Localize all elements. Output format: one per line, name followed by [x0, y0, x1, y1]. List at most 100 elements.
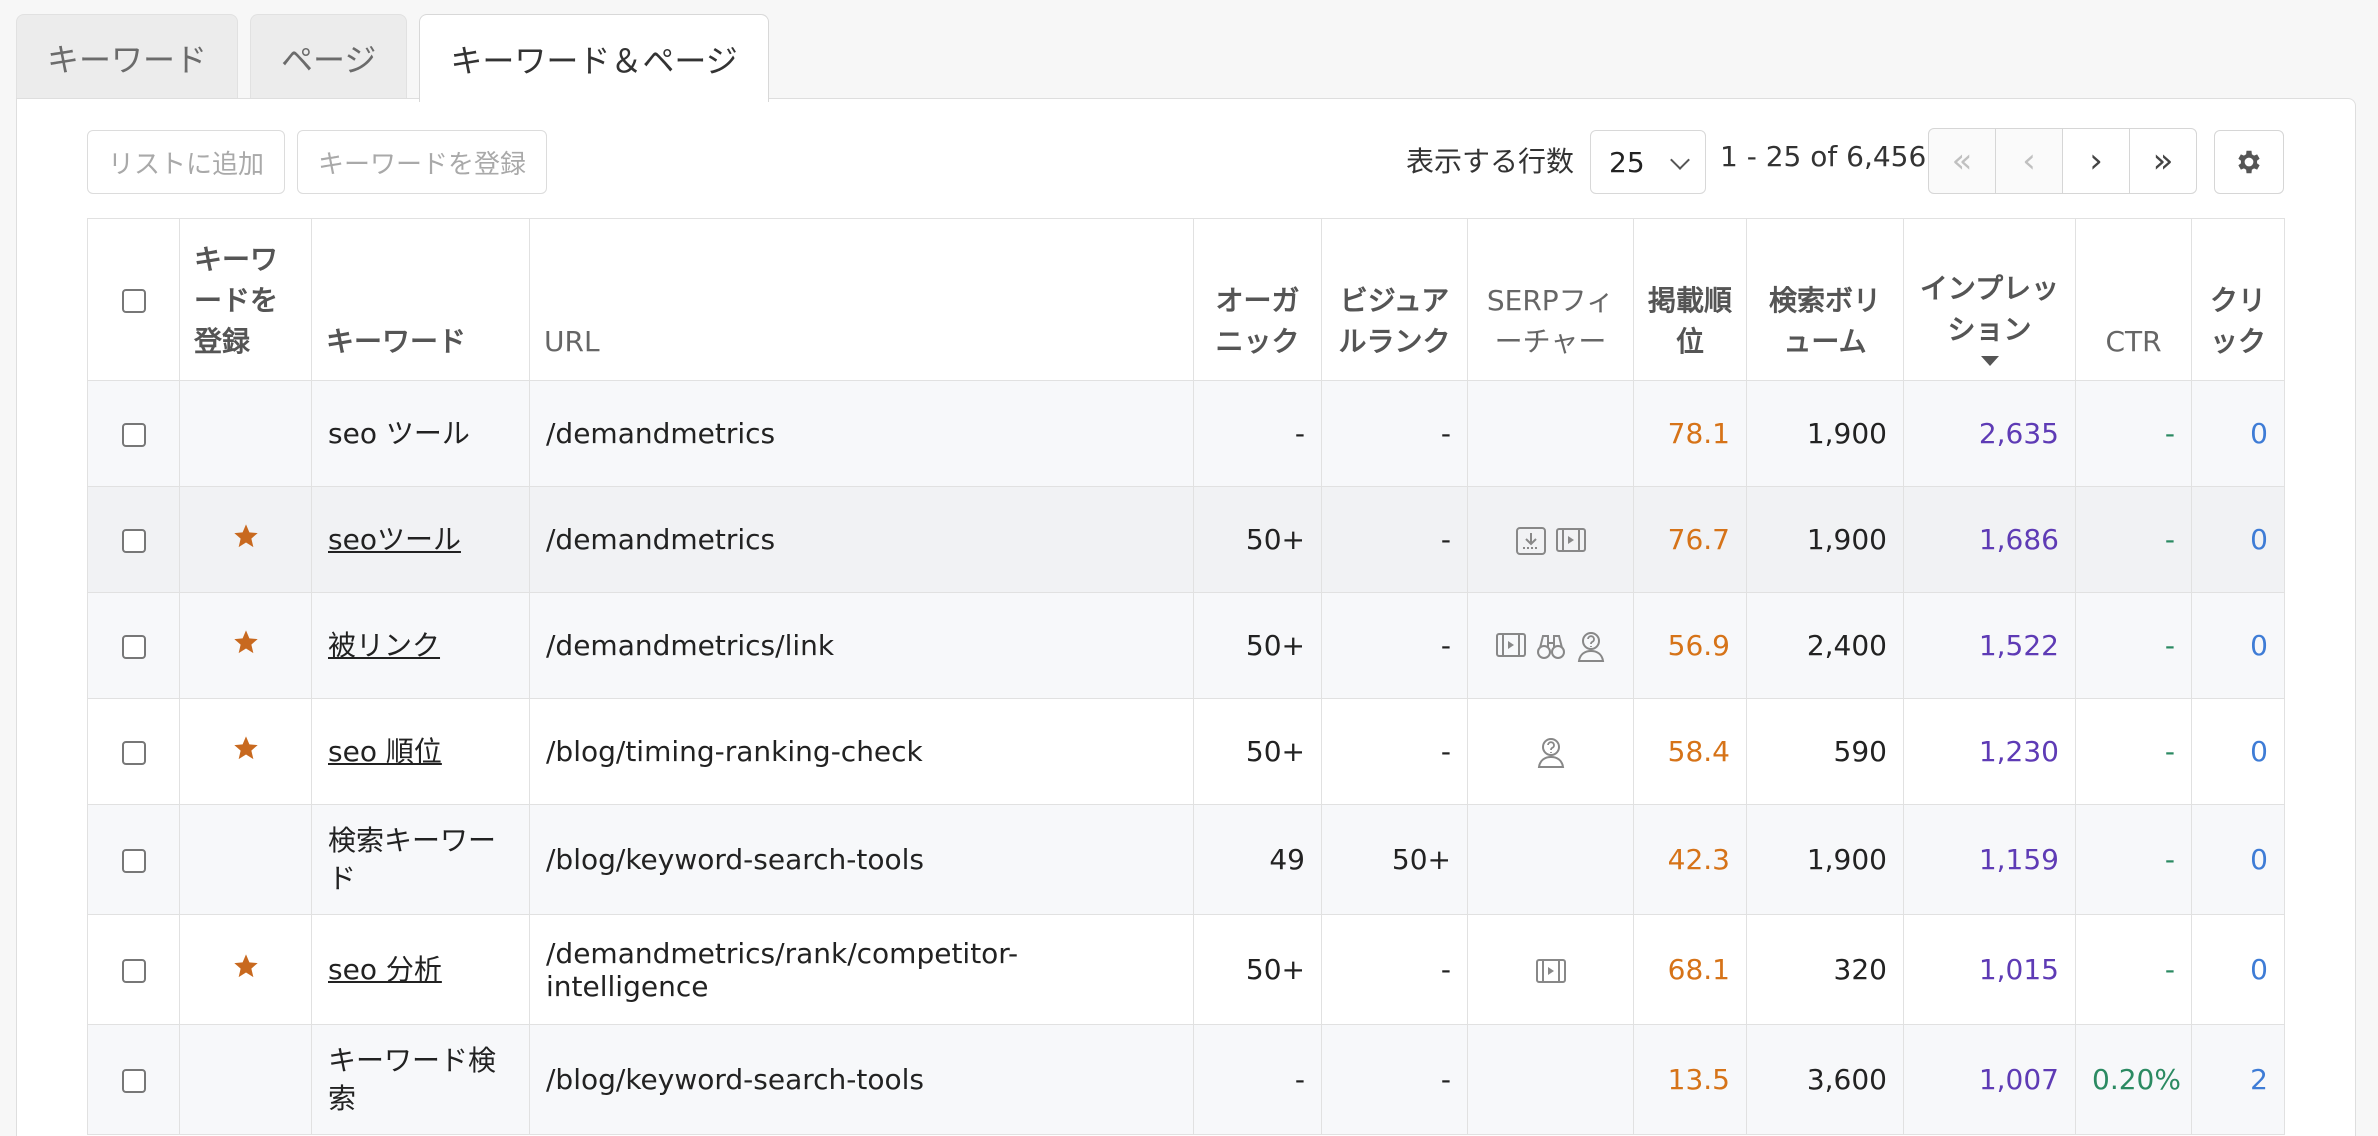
select-all-checkbox[interactable]	[121, 289, 146, 313]
col-ctr[interactable]: CTR	[2075, 218, 2192, 381]
col-keyword[interactable]: キーワード	[311, 218, 530, 381]
tab-page[interactable]: ページ	[250, 14, 408, 100]
row-checkbox[interactable]	[121, 959, 146, 983]
keyword-cell: 検索キーワード	[311, 804, 530, 915]
serp-features-cell	[1467, 914, 1634, 1025]
table-row[interactable]: 被リンク/demandmetrics/link 50+ -56.9 2,400 1,52…	[87, 592, 2285, 699]
add-to-list-button[interactable]: リストに追加	[87, 130, 285, 194]
row-select-cell	[87, 698, 180, 805]
table-row[interactable]: seo 順位/blog/timing-ranking-check 50+ -58.4…	[87, 698, 2285, 805]
position-cell: 68.1	[1633, 914, 1747, 1025]
keyword-link[interactable]: seo 分析	[328, 953, 442, 986]
volume-cell: 2,400	[1746, 592, 1904, 699]
keyword-link[interactable]: seoツール	[328, 523, 461, 556]
position-cell: 56.9	[1633, 592, 1747, 699]
impressions-cell: 2,635	[1903, 380, 2076, 487]
organic-cell: -	[1193, 1024, 1322, 1135]
organic-cell: 50+	[1193, 592, 1322, 699]
clicks-cell: 2	[2191, 1024, 2285, 1135]
volume-cell: 1,900	[1746, 380, 1904, 487]
row-checkbox[interactable]	[121, 849, 146, 873]
col-organic[interactable]: オーガニック	[1193, 218, 1322, 381]
tab-keyword-and-page[interactable]: キーワード＆ページ	[419, 14, 769, 102]
url-cell: /demandmetrics/link	[529, 592, 1194, 699]
position-cell: 76.7	[1633, 486, 1747, 593]
select-all-cell	[87, 218, 180, 381]
star-icon[interactable]	[232, 736, 260, 769]
impressions-cell: 1,007	[1903, 1024, 2076, 1135]
url-cell: /demandmetrics	[529, 486, 1194, 593]
impressions-cell: 1,230	[1903, 698, 2076, 805]
row-checkbox[interactable]	[121, 741, 146, 765]
table-row[interactable]: seo 分析/demandmetrics/rank/competitor-int…	[87, 914, 2285, 1025]
table-row[interactable]: キーワード検索/blog/keyword-search-tools - -13.5 3…	[87, 1024, 2285, 1135]
prev-page-button[interactable]: ‹	[1995, 128, 2063, 194]
col-position[interactable]: 掲載順位	[1633, 218, 1747, 381]
col-impressions-label: インプレッション	[1919, 272, 2060, 346]
serp-features-cell	[1467, 592, 1634, 699]
star-icon[interactable]	[232, 630, 260, 663]
last-page-button[interactable]: »	[2129, 128, 2197, 194]
keyword-cell: seo 順位	[311, 698, 530, 805]
rows-per-page-select[interactable]: 25	[1590, 130, 1706, 194]
tab-keyword[interactable]: キーワード	[16, 14, 239, 100]
register-cell[interactable]	[179, 486, 312, 593]
url-cell: /blog/keyword-search-tools	[529, 1024, 1194, 1135]
ctr-cell: 0.20%	[2075, 1024, 2192, 1135]
keyword-text: キーワード検索	[328, 1043, 497, 1115]
row-checkbox[interactable]	[121, 423, 146, 447]
keyword-link[interactable]: seo 順位	[328, 735, 442, 768]
col-clicks[interactable]: クリック	[2191, 218, 2285, 381]
clicks-cell: 0	[2191, 592, 2285, 699]
star-icon[interactable]	[232, 524, 260, 557]
binoculars-icon	[1535, 631, 1567, 663]
row-checkbox[interactable]	[121, 529, 146, 553]
url-cell: /demandmetrics/rank/competitor-intellige…	[529, 914, 1194, 1025]
first-page-button[interactable]: «	[1928, 128, 1996, 194]
url-cell: /demandmetrics	[529, 380, 1194, 487]
row-select-cell	[87, 486, 180, 593]
pagination-range: 1 - 25 of 6,456	[1720, 140, 1927, 173]
video-icon	[1555, 526, 1587, 556]
table-row[interactable]: 検索キーワード/blog/keyword-search-tools 49 50+ 42…	[87, 804, 2285, 915]
col-serp-features[interactable]: SERPフィーチャー	[1467, 218, 1634, 381]
chevron-down-icon	[1670, 150, 1690, 170]
register-cell[interactable]	[179, 380, 312, 487]
visual-rank-cell: -	[1321, 380, 1468, 487]
register-cell[interactable]	[179, 698, 312, 805]
col-volume[interactable]: 検索ボリューム	[1746, 218, 1904, 381]
clicks-cell: 0	[2191, 486, 2285, 593]
keyword-text: 検索キーワード	[328, 823, 497, 895]
keyword-link[interactable]: 被リンク	[328, 629, 440, 662]
table-row[interactable]: seo ツール/demandmetrics - -78.1 1,900 2,635-0	[87, 380, 2285, 487]
keyword-cell: 被リンク	[311, 592, 530, 699]
serp-features-cell	[1467, 380, 1634, 487]
visual-rank-cell: 50+	[1321, 804, 1468, 915]
row-checkbox[interactable]	[121, 1069, 146, 1093]
row-select-cell	[87, 380, 180, 487]
col-impressions[interactable]: インプレッション	[1903, 218, 2076, 381]
visual-rank-cell: -	[1321, 486, 1468, 593]
col-visual-rank[interactable]: ビジュアルランク	[1321, 218, 1468, 381]
row-checkbox[interactable]	[121, 635, 146, 659]
keyword-cell: キーワード検索	[311, 1024, 530, 1135]
settings-button[interactable]	[2214, 130, 2284, 194]
clicks-cell: 0	[2191, 380, 2285, 487]
star-icon[interactable]	[232, 954, 260, 987]
next-page-button[interactable]: ›	[2062, 128, 2130, 194]
col-register[interactable]: キーワードを登録	[179, 218, 312, 381]
register-cell[interactable]	[179, 1024, 312, 1135]
table-row[interactable]: seoツール/demandmetrics 50+ -76.7 1,900 1,686-0	[87, 486, 2285, 593]
col-url[interactable]: URL	[529, 218, 1194, 381]
register-cell[interactable]	[179, 592, 312, 699]
organic-cell: 50+	[1193, 914, 1322, 1025]
visual-rank-cell: -	[1321, 698, 1468, 805]
register-cell[interactable]	[179, 914, 312, 1025]
results-table: キーワードを登録 キーワード URL オーガニック ビジュアルランク SERPフ…	[87, 218, 2285, 1135]
url-cell: /blog/keyword-search-tools	[529, 804, 1194, 915]
register-keyword-button[interactable]: キーワードを登録	[297, 130, 547, 194]
row-select-cell	[87, 804, 180, 915]
clicks-cell: 0	[2191, 914, 2285, 1025]
register-cell[interactable]	[179, 804, 312, 915]
ctr-cell: -	[2075, 914, 2192, 1025]
